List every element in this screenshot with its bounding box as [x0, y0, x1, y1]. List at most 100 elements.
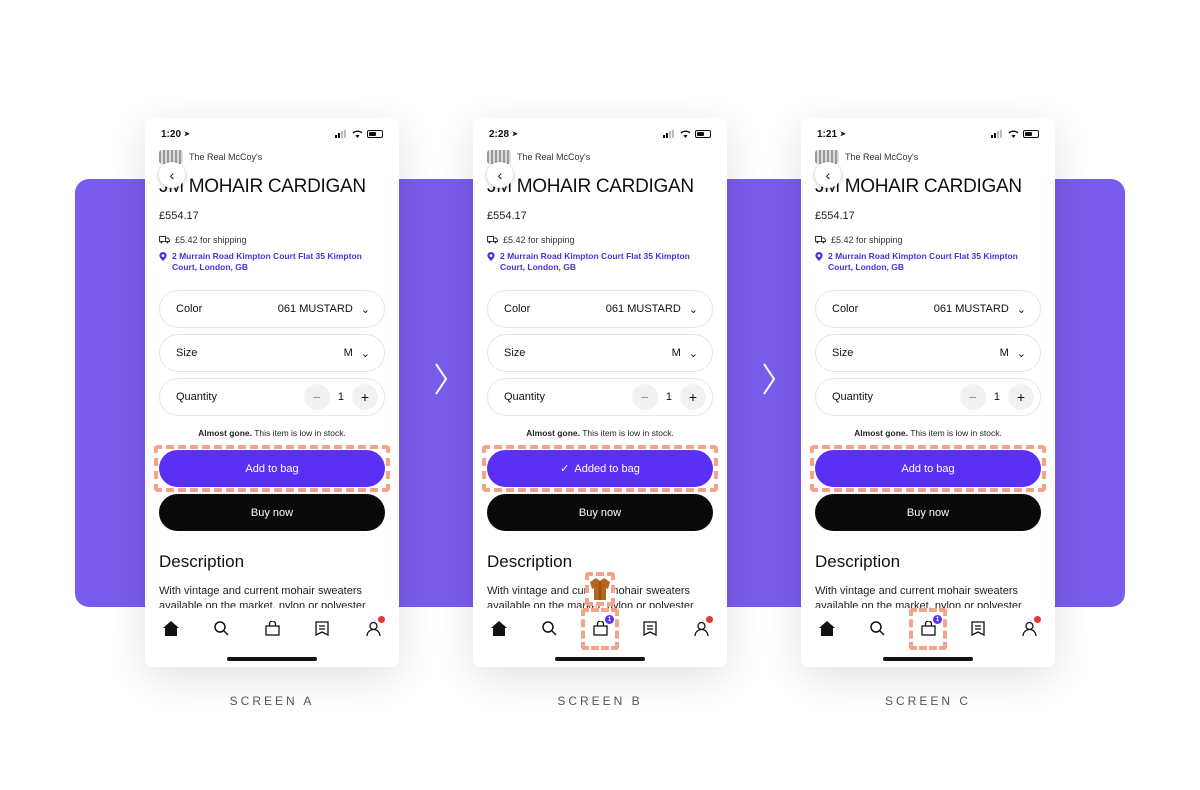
buy-now-button[interactable]: Buy now [815, 494, 1041, 531]
phone-screen-c: 1:21 ➤ The Real McCoy's JM MOHAIR CARDIGA… [801, 118, 1055, 667]
signal-icon [663, 130, 676, 138]
color-label: Color [504, 303, 531, 315]
color-selector[interactable]: Color 061 MUSTARD ⌄ [159, 290, 385, 328]
tab-orders[interactable] [640, 618, 660, 638]
shipping-info: £5.42 for shipping [159, 235, 247, 245]
tab-orders[interactable] [312, 618, 332, 638]
tab-profile[interactable] [1019, 616, 1041, 638]
location-arrow-icon: ➤ [840, 131, 846, 138]
profile-icon [365, 621, 381, 636]
quantity-decrease-button[interactable]: − [303, 384, 330, 410]
jacket-icon [590, 578, 610, 600]
description-text: With vintage and current mohair sweaters… [815, 585, 1022, 608]
location-arrow-icon: ➤ [512, 131, 518, 138]
quantity-stepper: Quantity − 1 + [159, 378, 385, 416]
tab-search[interactable] [539, 618, 559, 638]
home-icon [163, 620, 179, 636]
status-bar: 1:20 ➤ [161, 127, 383, 141]
signal-icon [991, 130, 1004, 138]
tab-profile[interactable] [363, 616, 385, 638]
status-time: 2:28 [489, 128, 510, 140]
product-price: £554.17 [815, 210, 855, 222]
size-label: Size [504, 347, 526, 359]
delivery-address[interactable]: 2 Murrain Road Kimpton Court Flat 35 Kim… [159, 251, 385, 273]
stock-notice: Almost gone. This item is low in stock. [801, 428, 1055, 438]
size-selector[interactable]: Size M ⌄ [815, 334, 1041, 372]
profile-icon [693, 621, 709, 636]
back-button[interactable]: ‹ [487, 162, 513, 188]
tab-orders[interactable] [968, 618, 988, 638]
stock-notice: Almost gone. This item is low in stock. [473, 428, 727, 438]
color-label: Color [832, 303, 859, 315]
tab-bag[interactable]: 1 [581, 608, 619, 650]
chevron-down-icon: ⌄ [1016, 303, 1026, 316]
quantity-stepper: Quantity − 1 + [487, 378, 713, 416]
description-heading: Description [487, 552, 573, 571]
quantity-decrease-button[interactable]: − [959, 384, 986, 410]
flying-product-thumbnail [585, 572, 615, 606]
quantity-increase-button[interactable]: + [1008, 384, 1034, 410]
size-value: M [671, 347, 681, 359]
bag-icon [264, 620, 280, 636]
buy-now-button[interactable]: Buy now [159, 494, 385, 531]
tab-bag[interactable]: 1 [909, 608, 947, 650]
color-selector[interactable]: Color 061 MUSTARD ⌄ [815, 290, 1041, 328]
added-to-bag-button[interactable]: ✓ Added to bag [487, 450, 713, 487]
tab-home[interactable] [489, 618, 509, 638]
size-selector[interactable]: Size M ⌄ [487, 334, 713, 372]
address-text: 2 Murrain Road Kimpton Court Flat 35 Kim… [828, 251, 1018, 272]
tab-bag[interactable] [262, 618, 282, 638]
add-to-bag-button[interactable]: Add to bag [159, 450, 385, 487]
status-bar: 2:28 ➤ [489, 127, 711, 141]
chevron-down-icon: ⌄ [1016, 347, 1026, 360]
chevron-down-icon: ⌄ [360, 347, 370, 360]
minus-icon: − [312, 389, 321, 405]
plus-icon: + [360, 389, 370, 405]
chevron-left-icon: ‹ [825, 167, 831, 183]
location-arrow-icon: ➤ [184, 131, 190, 138]
delivery-address[interactable]: 2 Murrain Road Kimpton Court Flat 35 Kim… [815, 251, 1041, 273]
tab-search[interactable] [867, 618, 887, 638]
wifi-icon [680, 130, 691, 138]
home-indicator [555, 657, 645, 661]
truck-icon [159, 236, 170, 244]
shipping-text: £5.42 for shipping [175, 235, 247, 245]
chevron-down-icon: ⌄ [360, 303, 370, 316]
phone-screen-b: 2:28 ➤ The Real McCoy's JM MOHAIR CARDIGA… [473, 118, 727, 667]
chevron-left-icon: ‹ [169, 167, 175, 183]
buy-now-button[interactable]: Buy now [487, 494, 713, 531]
delivery-address[interactable]: 2 Murrain Road Kimpton Court Flat 35 Kim… [487, 251, 713, 273]
size-selector[interactable]: Size M ⌄ [159, 334, 385, 372]
status-time: 1:20 [161, 128, 182, 140]
add-to-bag-button[interactable]: Add to bag [815, 450, 1041, 487]
orders-icon [315, 620, 329, 636]
stock-bold: Almost gone. [854, 428, 908, 438]
back-button[interactable]: ‹ [159, 162, 185, 188]
buy-now-label: Buy now [250, 506, 294, 519]
description-heading: Description [815, 552, 901, 571]
stock-notice: Almost gone. This item is low in stock. [145, 428, 399, 438]
tab-home[interactable] [161, 618, 181, 638]
product-title: JM MOHAIR CARDIGAN [159, 176, 366, 197]
location-pin-icon [815, 252, 823, 261]
color-selector[interactable]: Color 061 MUSTARD ⌄ [487, 290, 713, 328]
stock-text: This item is low in stock. [254, 428, 346, 438]
back-button[interactable]: ‹ [815, 162, 841, 188]
battery-icon [367, 130, 383, 138]
search-icon [869, 620, 885, 636]
address-text: 2 Murrain Road Kimpton Court Flat 35 Kim… [500, 251, 690, 272]
tab-home[interactable] [817, 618, 837, 638]
location-pin-icon [159, 252, 167, 261]
quantity-label: Quantity [176, 391, 217, 403]
search-icon [213, 620, 229, 636]
quantity-value: 1 [993, 391, 1000, 403]
add-to-bag-label: Add to bag [245, 462, 299, 475]
quantity-decrease-button[interactable]: − [631, 384, 658, 410]
quantity-increase-button[interactable]: + [680, 384, 706, 410]
tab-search[interactable] [211, 618, 231, 638]
product-price: £554.17 [159, 210, 199, 222]
tab-profile[interactable] [691, 616, 713, 638]
home-indicator [227, 657, 317, 661]
quantity-increase-button[interactable]: + [352, 384, 378, 410]
truck-icon [815, 236, 826, 244]
